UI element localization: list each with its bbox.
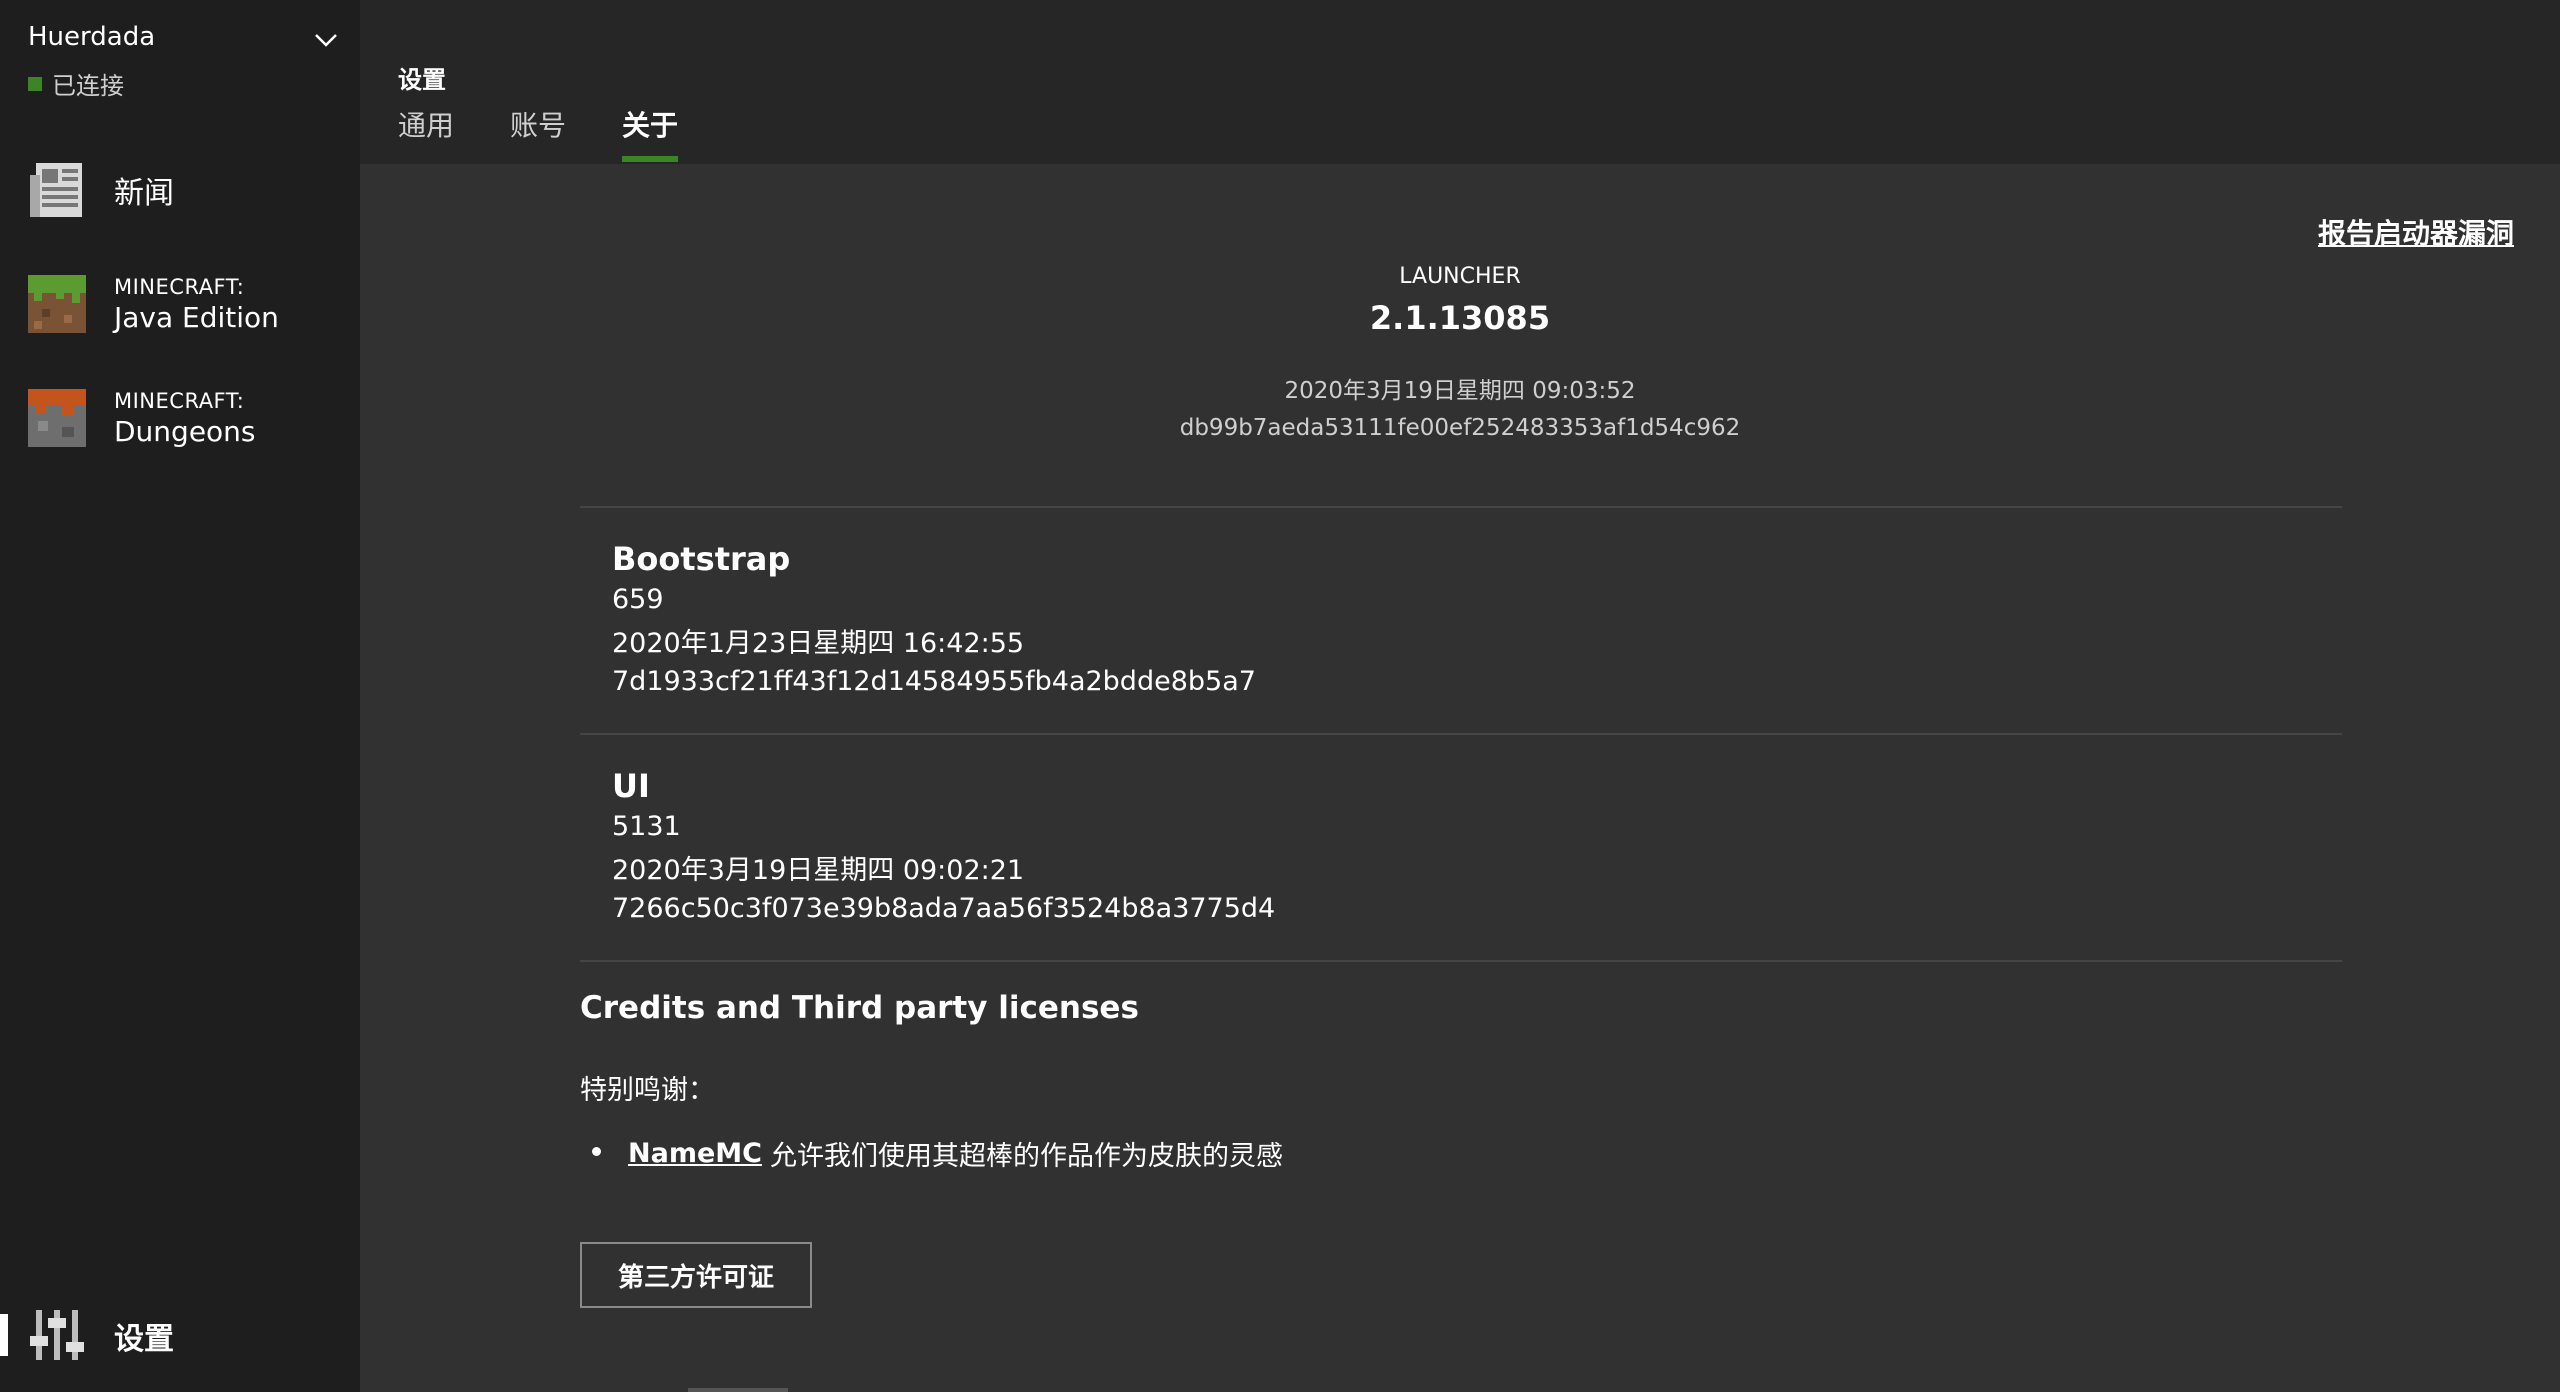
bootstrap-date: 2020年1月23日星期四 16:42:55 bbox=[612, 628, 1025, 659]
credit-text: 允许我们使用其超棒的作品作为皮肤的灵感 bbox=[769, 1141, 1283, 1172]
special-thanks-label: 特别鸣谢： bbox=[580, 1075, 715, 1106]
sliders-icon bbox=[30, 1310, 84, 1360]
bootstrap-build: 659 bbox=[612, 584, 664, 615]
ui-date: 2020年3月19日星期四 09:02:21 bbox=[612, 855, 1025, 886]
active-tab-underline bbox=[622, 156, 679, 162]
sidebar-item-text: MINECRAFT: Java Edition bbox=[114, 275, 279, 334]
launcher-date: 2020年3月19日星期四 09:03:52 bbox=[1284, 378, 1636, 404]
credits-title: Credits and Third party licenses bbox=[580, 990, 1139, 1026]
page-title: 设置 bbox=[398, 66, 446, 94]
sidebar-item-settings[interactable]: 设置 bbox=[0, 1290, 360, 1380]
sidebar: Huerdada 已连接 新闻 MINECRAFT: Java Edition … bbox=[0, 0, 360, 1392]
sidebar-item-text: MINECRAFT: Dungeons bbox=[114, 389, 256, 448]
bootstrap-title: Bootstrap bbox=[612, 540, 791, 578]
bootstrap-section: Bootstrap 659 2020年1月23日星期四 16:42:55 7d1… bbox=[612, 540, 1256, 697]
active-indicator bbox=[0, 1314, 8, 1356]
account-switcher[interactable]: Huerdada 已连接 bbox=[28, 22, 348, 102]
launcher-hash: db99b7aeda53111fe00ef252483353af1d54c962 bbox=[1179, 415, 1741, 441]
sidebar-item-label: Dungeons bbox=[114, 414, 256, 448]
account-name: Huerdada bbox=[28, 22, 156, 52]
tab-account[interactable]: 账号 bbox=[510, 104, 566, 162]
tab-general[interactable]: 通用 bbox=[398, 104, 454, 162]
ui-title: UI bbox=[612, 767, 650, 805]
status-text: 已连接 bbox=[52, 72, 124, 100]
sidebar-item-brand: MINECRAFT: bbox=[114, 388, 245, 413]
sidebar-item-label: Java Edition bbox=[114, 300, 279, 334]
settings-header: 设置 通用 账号 关于 bbox=[360, 0, 2560, 164]
tab-about[interactable]: 关于 bbox=[622, 104, 679, 162]
third-party-licenses-button[interactable]: 第三方许可证 bbox=[580, 1242, 812, 1308]
launcher-info: LAUNCHER 2.1.13085 2020年3月19日星期四 09:03:5… bbox=[360, 264, 2560, 441]
sidebar-settings-label: 设置 bbox=[114, 1322, 174, 1357]
grass-block-icon bbox=[28, 275, 86, 333]
sidebar-item-dungeons[interactable]: MINECRAFT: Dungeons bbox=[0, 368, 360, 468]
divider bbox=[580, 733, 2342, 735]
newspaper-icon bbox=[30, 163, 82, 217]
bootstrap-hash: 7d1933cf21ff43f12d14584955fb4a2bdde8b5a7 bbox=[612, 666, 1256, 697]
connection-status: 已连接 bbox=[28, 66, 124, 101]
scrollbar-thumb[interactable] bbox=[688, 1388, 788, 1392]
bullet-icon bbox=[592, 1147, 601, 1156]
ui-build: 5131 bbox=[612, 811, 681, 842]
divider bbox=[580, 960, 2342, 962]
launcher-label: LAUNCHER bbox=[1399, 264, 1521, 289]
launcher-version: 2.1.13085 bbox=[1369, 299, 1551, 337]
sidebar-item-java-edition[interactable]: MINECRAFT: Java Edition bbox=[0, 254, 360, 354]
chevron-down-icon bbox=[315, 34, 337, 47]
tab-about-label: 关于 bbox=[622, 109, 679, 142]
sidebar-item-label: 新闻 bbox=[114, 176, 174, 211]
divider bbox=[580, 506, 2342, 508]
status-dot-icon bbox=[28, 76, 42, 91]
sidebar-item-brand: MINECRAFT: bbox=[114, 274, 245, 299]
report-bug-link[interactable]: 报告启动器漏洞 bbox=[2318, 212, 2514, 252]
list-item: NameMC 允许我们使用其超棒的作品作为皮肤的灵感 bbox=[592, 1134, 1283, 1173]
about-panel: 报告启动器漏洞 LAUNCHER 2.1.13085 2020年3月19日星期四… bbox=[360, 164, 2560, 1392]
sidebar-item-news[interactable]: 新闻 bbox=[0, 140, 360, 240]
ui-section: UI 5131 2020年3月19日星期四 09:02:21 7266c50c3… bbox=[612, 767, 1275, 924]
namemc-link[interactable]: NameMC bbox=[628, 1138, 762, 1169]
ui-hash: 7266c50c3f073e39b8ada7aa56f3524b8a3775d4 bbox=[612, 893, 1276, 924]
dungeons-block-icon bbox=[28, 389, 86, 447]
